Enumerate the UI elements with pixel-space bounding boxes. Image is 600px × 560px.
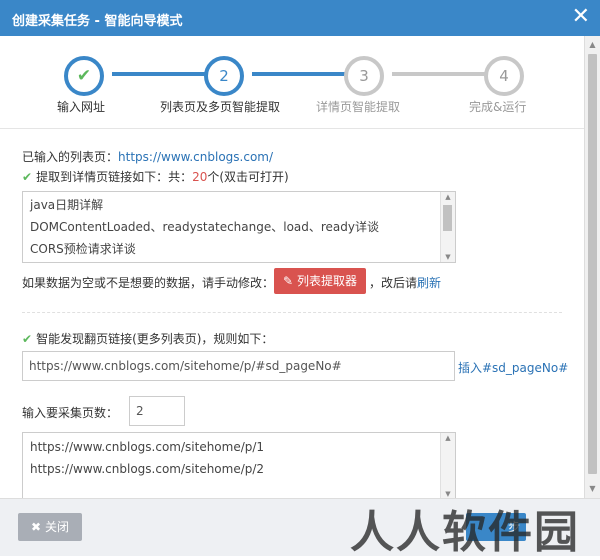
list-extractor-button[interactable]: ✎ 列表提取器	[274, 268, 366, 294]
scroll-down-icon[interactable]: ▼	[585, 482, 600, 496]
list-item[interactable]: https://www.cnblogs.com/sitehome/p/2	[23, 458, 455, 480]
paging-rule-input[interactable]	[22, 351, 455, 381]
close-icon: ✖	[31, 520, 42, 534]
extracted-text-pre: 提取到详情页链接如下：共：	[36, 170, 193, 184]
after-edit-text: ，改后请刷新	[369, 274, 441, 291]
insert-pageno-link[interactable]: 插入#sd_pageNo#	[458, 359, 568, 376]
scroll-up-icon[interactable]: ▲	[441, 193, 455, 201]
step-3-circle: 3	[344, 56, 384, 96]
scroll-up-icon[interactable]: ▲	[585, 38, 600, 52]
list-extractor-label: 列表提取器	[296, 274, 357, 288]
list-item[interactable]: java日期详解	[23, 194, 455, 216]
listbox-scrollbar[interactable]: ▲ ▼	[440, 433, 455, 498]
after-text: ，改后请	[369, 276, 418, 290]
scroll-up-icon[interactable]: ▲	[441, 434, 455, 442]
extracted-count: 20	[192, 170, 208, 184]
step-4-circle: 4	[484, 56, 524, 96]
listbox-scrollbar[interactable]: ▲ ▼	[440, 192, 455, 262]
check-icon: ✔	[22, 170, 33, 184]
paging-found-text: ✔ 智能发现翻页链接(更多列表页)，规则如下：	[22, 330, 273, 347]
scroll-down-icon[interactable]: ▼	[441, 253, 455, 261]
step-connector-1	[112, 72, 212, 76]
close-button-label: 关闭	[44, 520, 69, 534]
scroll-thumb[interactable]	[588, 54, 597, 474]
step-3-label: 详情页智能提取	[316, 100, 401, 114]
refresh-link[interactable]: 刷新	[417, 276, 441, 290]
check-icon: ✔	[22, 332, 33, 346]
page-count-input[interactable]	[129, 396, 185, 426]
entered-url-link[interactable]: https://www.cnblogs.com/	[118, 150, 273, 164]
step-connector-2	[252, 72, 352, 76]
manual-edit-hint: 如果数据为空或不是想要的数据，请手动修改：	[22, 276, 275, 290]
extracted-summary: ✔ 提取到详情页链接如下：共：20个(双击可打开)	[22, 168, 289, 185]
detail-links-listbox[interactable]: java日期详解 DOMContentLoaded、readystatechan…	[22, 191, 456, 263]
dialog-scrollbar[interactable]: ▲ ▼	[584, 36, 600, 498]
step-connector-3	[392, 72, 492, 76]
section-divider	[22, 312, 562, 313]
list-item[interactable]: DOMContentLoaded、readystatechange、load、r…	[23, 216, 455, 238]
site-watermark: 人人软件园	[350, 507, 580, 558]
entered-label: 已输入的列表页：	[22, 150, 119, 164]
paging-found-label: 智能发现翻页链接(更多列表页)，规则如下：	[36, 332, 274, 346]
list-item[interactable]: https://www.cnblogs.com/sitehome/p/1	[23, 436, 455, 458]
extracted-text-post: 个(双击可打开)	[207, 170, 289, 184]
list-item[interactable]: CORS预检请求详谈	[23, 238, 455, 260]
close-icon[interactable]: ✕	[572, 4, 590, 30]
scroll-thumb[interactable]	[443, 205, 452, 231]
step-2-label: 列表页及多页智能提取	[160, 100, 281, 114]
window-title: 创建采集任务 - 智能向导模式	[12, 14, 183, 29]
entered-list-page: 已输入的列表页：https://www.cnblogs.com/	[22, 148, 273, 165]
step-4-label: 完成&运行	[469, 100, 527, 114]
close-button[interactable]: ✖ 关闭	[18, 513, 82, 541]
step-1-check-icon: ✔	[64, 56, 104, 96]
generated-urls-listbox[interactable]: https://www.cnblogs.com/sitehome/p/1 htt…	[22, 432, 456, 498]
pencil-icon: ✎	[283, 274, 294, 288]
step-2-circle: 2	[204, 56, 244, 96]
wizard-stepper: ✔ 2 3 4 输入网址 列表页及多页智能提取 详情页智能提取 完成&运行	[0, 36, 584, 129]
step-1-label: 输入网址	[57, 100, 106, 114]
dialog-content: ✔ 2 3 4 输入网址 列表页及多页智能提取 详情页智能提取 完成&运行 已输…	[0, 36, 584, 498]
title-bar: 创建采集任务 - 智能向导模式 ✕	[0, 0, 600, 36]
page-count-label: 输入要采集页数：	[22, 406, 119, 420]
